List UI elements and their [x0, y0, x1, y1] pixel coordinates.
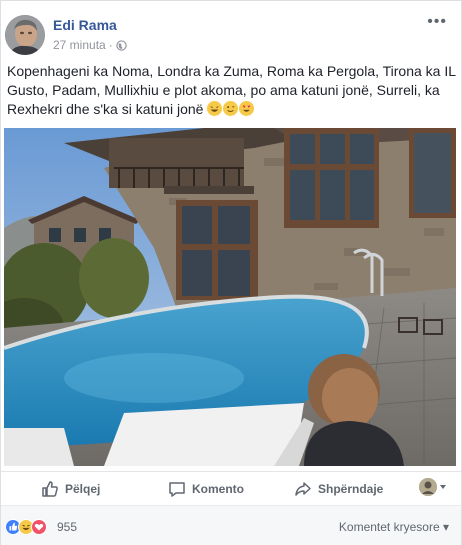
- heart-eyes-emoji: [239, 101, 255, 116]
- love-reaction-icon: [31, 519, 47, 535]
- share-icon: [295, 482, 311, 496]
- post-meta: 27 minuta ·: [53, 38, 127, 52]
- caret-down-icon: [440, 485, 446, 489]
- comment-button[interactable]: Komento: [168, 480, 244, 498]
- thumbs-up-icon: [42, 481, 58, 497]
- post-photo[interactable]: [4, 128, 456, 466]
- comment-icon: [169, 482, 185, 497]
- action-bar: Pëlqej Komento Shpërndaje: [1, 471, 461, 505]
- comment-sort-dropdown[interactable]: Komentet kryesore ▾: [339, 520, 449, 534]
- post-as-selector[interactable]: [419, 478, 447, 496]
- like-label: Pëlqej: [65, 482, 101, 496]
- like-button[interactable]: Pëlqej: [41, 480, 100, 498]
- more-dots-icon[interactable]: •••: [427, 13, 447, 31]
- reaction-icons[interactable]: [5, 519, 47, 535]
- meta-separator: ·: [108, 38, 113, 52]
- author-avatar[interactable]: [5, 15, 45, 55]
- smiling-emoji: [223, 101, 239, 116]
- post-text: Kopenhageni ka Noma, Londra ka Zuma, Rom…: [7, 62, 459, 119]
- reactions-bar: 955 Komentet kryesore ▾: [1, 505, 461, 545]
- globe-icon[interactable]: [116, 39, 127, 51]
- laughing-emoji: [207, 101, 223, 116]
- comment-label: Komento: [192, 482, 244, 496]
- caret-down-icon: ▾: [442, 520, 449, 534]
- comment-sort-label: Komentet kryesore: [338, 520, 440, 534]
- author-name[interactable]: Edi Rama: [53, 17, 117, 33]
- reaction-count[interactable]: 955: [57, 520, 77, 534]
- share-button[interactable]: Shpërndaje: [294, 480, 383, 498]
- post-card: Edi Rama 27 minuta · ••• Kopenhageni ka …: [0, 0, 462, 545]
- share-label: Shpërndaje: [318, 482, 384, 496]
- mini-avatar: [419, 478, 437, 496]
- post-timestamp[interactable]: 27 minuta: [53, 38, 106, 52]
